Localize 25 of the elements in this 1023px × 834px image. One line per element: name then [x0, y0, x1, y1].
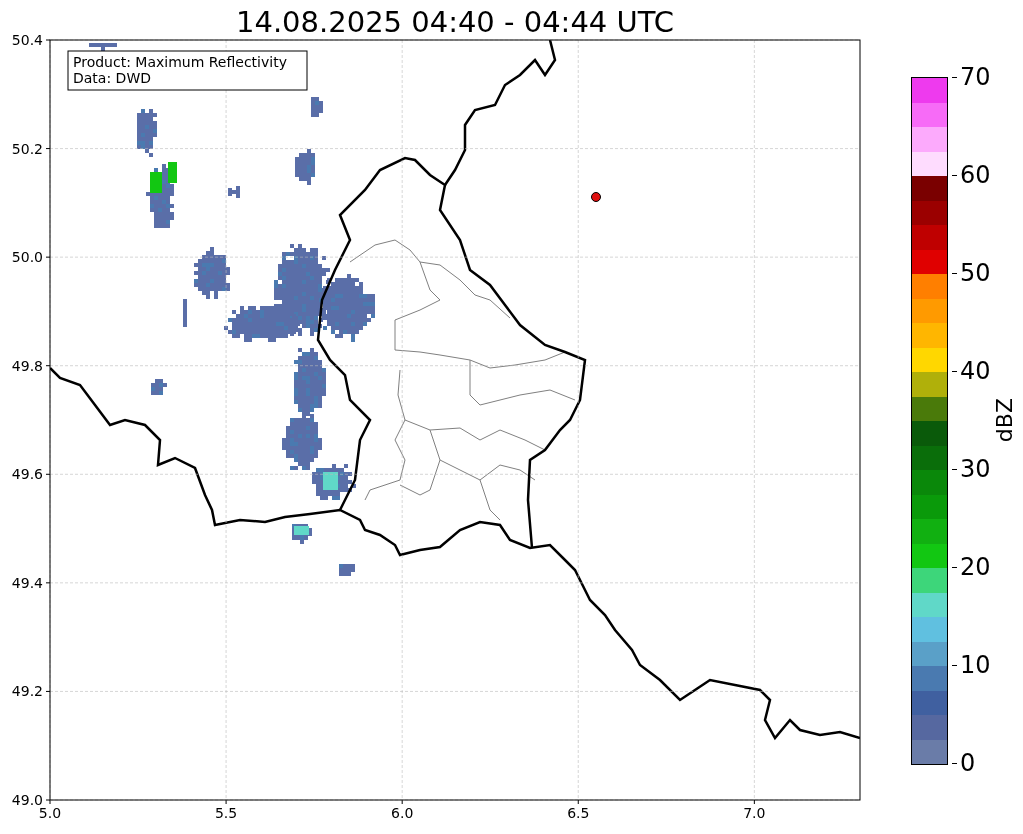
colorbar-tick-label: 0	[960, 751, 976, 775]
colorbar-tick-label: 50	[960, 261, 991, 285]
colorbar-label: dBZ	[992, 398, 1017, 443]
info-text: Product: Maximum Reflectivity	[73, 54, 287, 70]
axis-tick-label: 50.4	[11, 32, 43, 48]
colorbar-tick-label: 60	[960, 163, 991, 187]
axis-tick-label: 49.2	[11, 683, 43, 700]
axis-tick-label: 50.0	[11, 249, 43, 266]
axis-tick-label: 6.5	[567, 805, 590, 821]
axis-tick-label: 5.5	[214, 805, 238, 821]
axis-tick-label: 50.2	[11, 140, 43, 157]
axis-tick-label: 49.4	[11, 574, 43, 591]
axis-tick-label: 7.0	[743, 805, 766, 821]
axis-tick-label: 49.8	[11, 357, 43, 374]
axis-tick-label: 6.0	[391, 805, 414, 821]
colorbar-tick-label: 40	[960, 359, 991, 383]
info-text: Data: DWD	[73, 70, 151, 86]
colorbar-tick-label: 20	[960, 555, 991, 579]
axis-tick-label: 49.0	[11, 792, 43, 808]
axis-tick-label: 5.0	[38, 805, 62, 821]
colorbar-tick-label: 30	[960, 457, 991, 481]
chart-title: 14.08.2025 04:40 - 04:44 UTC	[235, 4, 675, 30]
colorbar-tick-label: 10	[960, 653, 991, 677]
colorbar-tick-label: 70	[960, 65, 991, 89]
axis-tick-label: 49.6	[11, 466, 43, 483]
